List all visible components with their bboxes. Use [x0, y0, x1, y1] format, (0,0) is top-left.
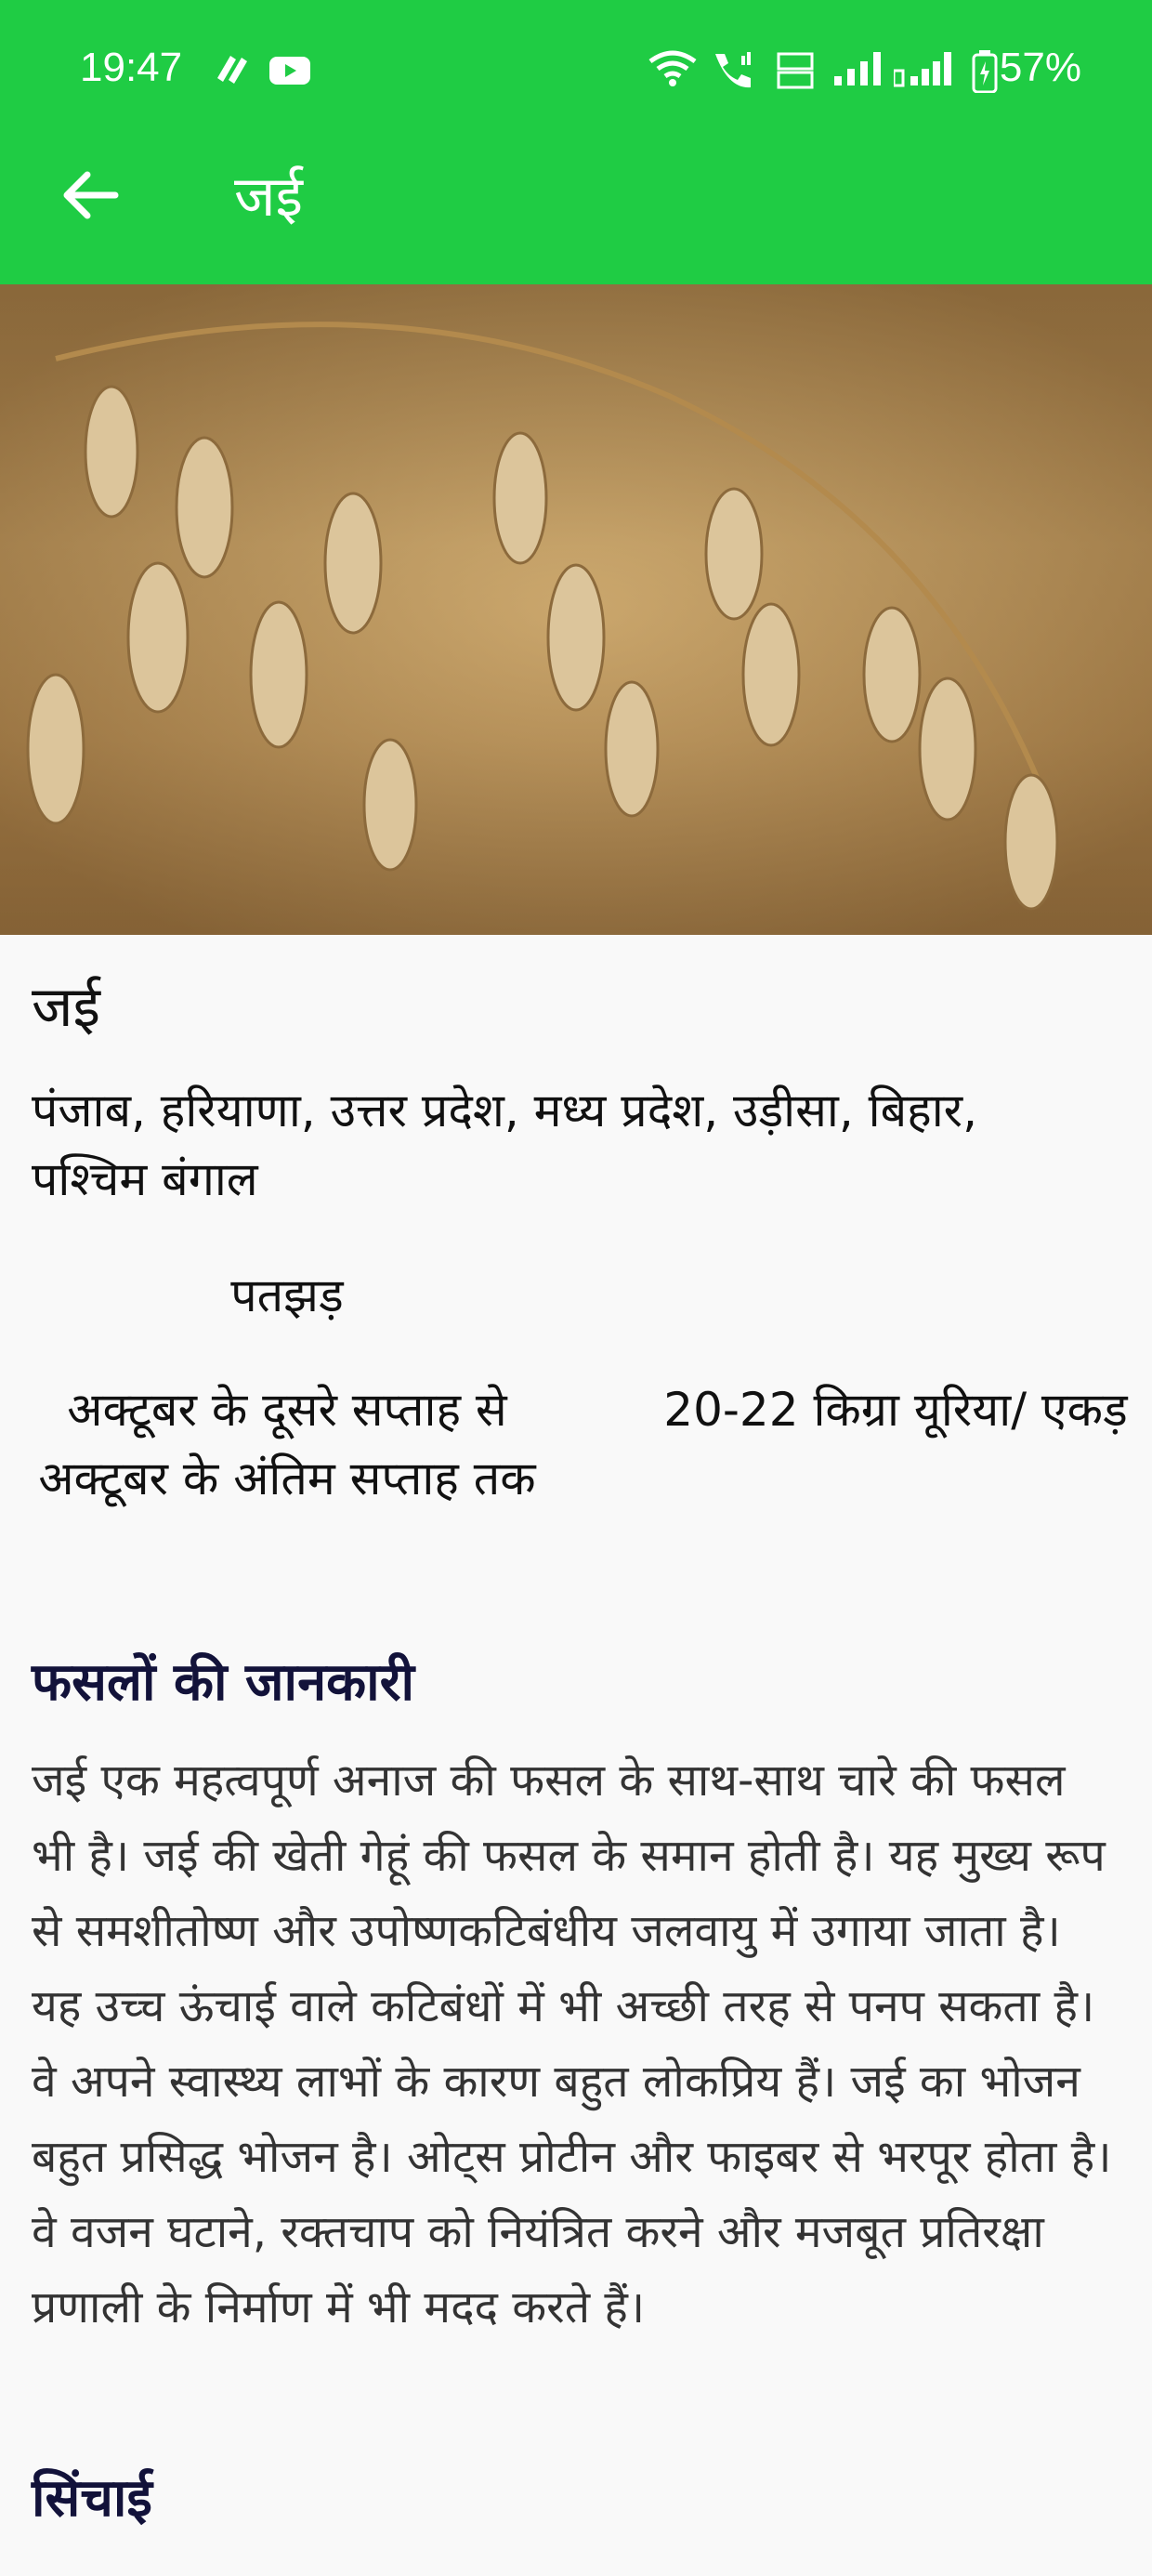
fertilizer-dose: 20-22 किग्रा यूरिया/ एकड़: [663, 1383, 1128, 1437]
battery-percent: 57%: [999, 45, 1081, 90]
wifi-icon: [648, 50, 697, 98]
signal-icon: [832, 50, 884, 98]
youtube-icon: [269, 50, 310, 97]
notification-icon: [212, 50, 253, 98]
irrigation-section-title: सिंचाई: [32, 2468, 152, 2529]
call-icon: [710, 50, 758, 101]
crop-hero-image: [0, 284, 1152, 935]
status-time: 19:47: [80, 45, 183, 90]
info-section-text: जई एक महत्वपूर्ण अनाज की फसल के साथ-साथ …: [32, 1755, 1112, 2333]
signal-roaming-icon: [892, 50, 961, 98]
crop-regions: पंजाब, हरियाणा, उत्तर प्रदेश, मध्य प्रदे…: [32, 1084, 978, 1206]
app-bar: 19:47 57% जई: [0, 0, 1152, 284]
back-arrow-icon: [63, 171, 119, 219]
info-section-title: फसलों की जानकारी: [32, 1652, 415, 1713]
back-button[interactable]: [52, 158, 126, 232]
status-bar: 19:47 57%: [0, 37, 1152, 102]
crop-title: जई: [32, 975, 100, 1040]
crop-season: पतझड़: [230, 1268, 344, 1322]
toolbar-title: जई: [234, 164, 303, 230]
volte-icon: [777, 50, 814, 95]
sowing-time: अक्टूबर के दूसरे सप्ताह से अक्टूबर के अं…: [38, 1383, 536, 1505]
battery-icon: [972, 50, 998, 103]
